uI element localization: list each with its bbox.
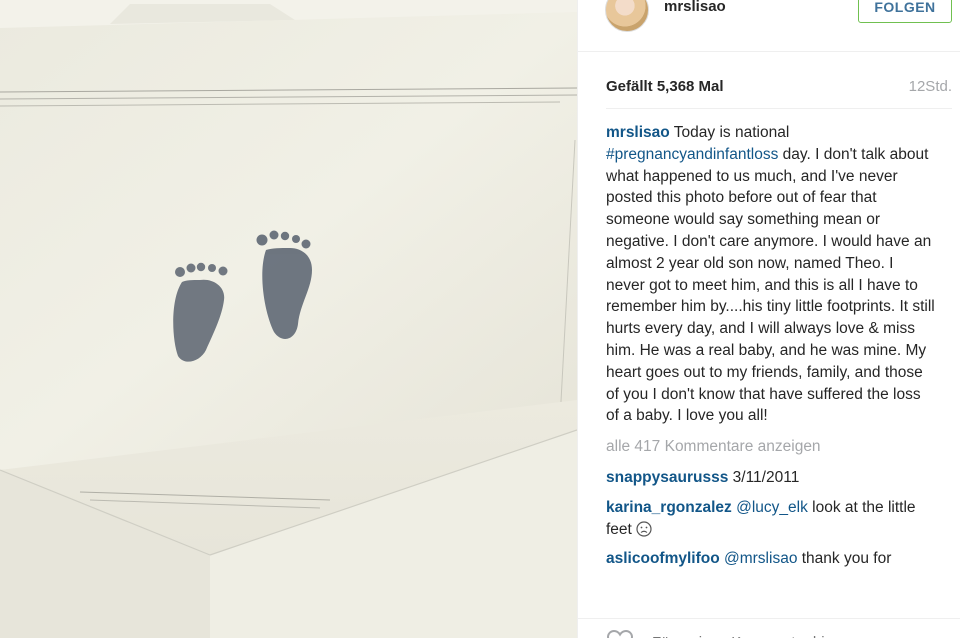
- heart-outline-icon[interactable]: [606, 629, 634, 638]
- comment-item: snappysaurusss 3/11/2011: [606, 467, 936, 489]
- comment-text: thank you for: [797, 550, 892, 568]
- likes-row: Gefällt 5,368 Mal 12Std.: [606, 78, 952, 98]
- likes-count[interactable]: Gefällt 5,368 Mal: [606, 78, 724, 95]
- comment-username[interactable]: aslicoofmylifoo: [606, 550, 720, 567]
- comment-mention[interactable]: @lucy_elk: [736, 499, 808, 516]
- comment-mention[interactable]: @mrslisao: [724, 550, 797, 567]
- comment-item: karina_rgonzalez @lucy_elk look at the l…: [606, 497, 936, 541]
- comment-text: 3/11/2011: [732, 468, 800, 486]
- caption: mrslisao Today is national #pregnancyand…: [606, 122, 936, 427]
- comment-footer: [578, 618, 960, 638]
- caption-hashtag[interactable]: #pregnancyandinfantloss: [606, 146, 778, 163]
- comment-input[interactable]: [652, 631, 932, 638]
- comment-username[interactable]: karina_rgonzalez: [606, 499, 732, 516]
- comments-list: mrslisao Today is national #pregnancyand…: [606, 122, 936, 600]
- view-all-comments-link[interactable]: alle 417 Kommentare anzeigen: [606, 436, 936, 458]
- author-username[interactable]: mrslisao: [664, 0, 726, 15]
- post-timestamp[interactable]: 12Std.: [909, 78, 952, 95]
- post-details-panel: mrslisao FOLGEN Gefällt 5,368 Mal 12Std.…: [577, 0, 960, 638]
- comment-username[interactable]: snappysaurusss: [606, 469, 728, 486]
- divider: [606, 108, 952, 109]
- avatar[interactable]: [605, 0, 649, 32]
- caption-text-2: day. I don't talk about what happened to…: [606, 145, 935, 425]
- comment-item: aslicoofmylifoo @mrslisao thank you for: [606, 548, 936, 570]
- caption-username[interactable]: mrslisao: [606, 124, 670, 141]
- follow-button[interactable]: FOLGEN: [858, 0, 952, 23]
- footprints-photo: [0, 0, 577, 638]
- post-photo[interactable]: [0, 0, 577, 638]
- post-header: mrslisao FOLGEN: [578, 0, 960, 52]
- sad-face-icon: [636, 520, 652, 537]
- caption-text-1: Today is national: [673, 124, 790, 141]
